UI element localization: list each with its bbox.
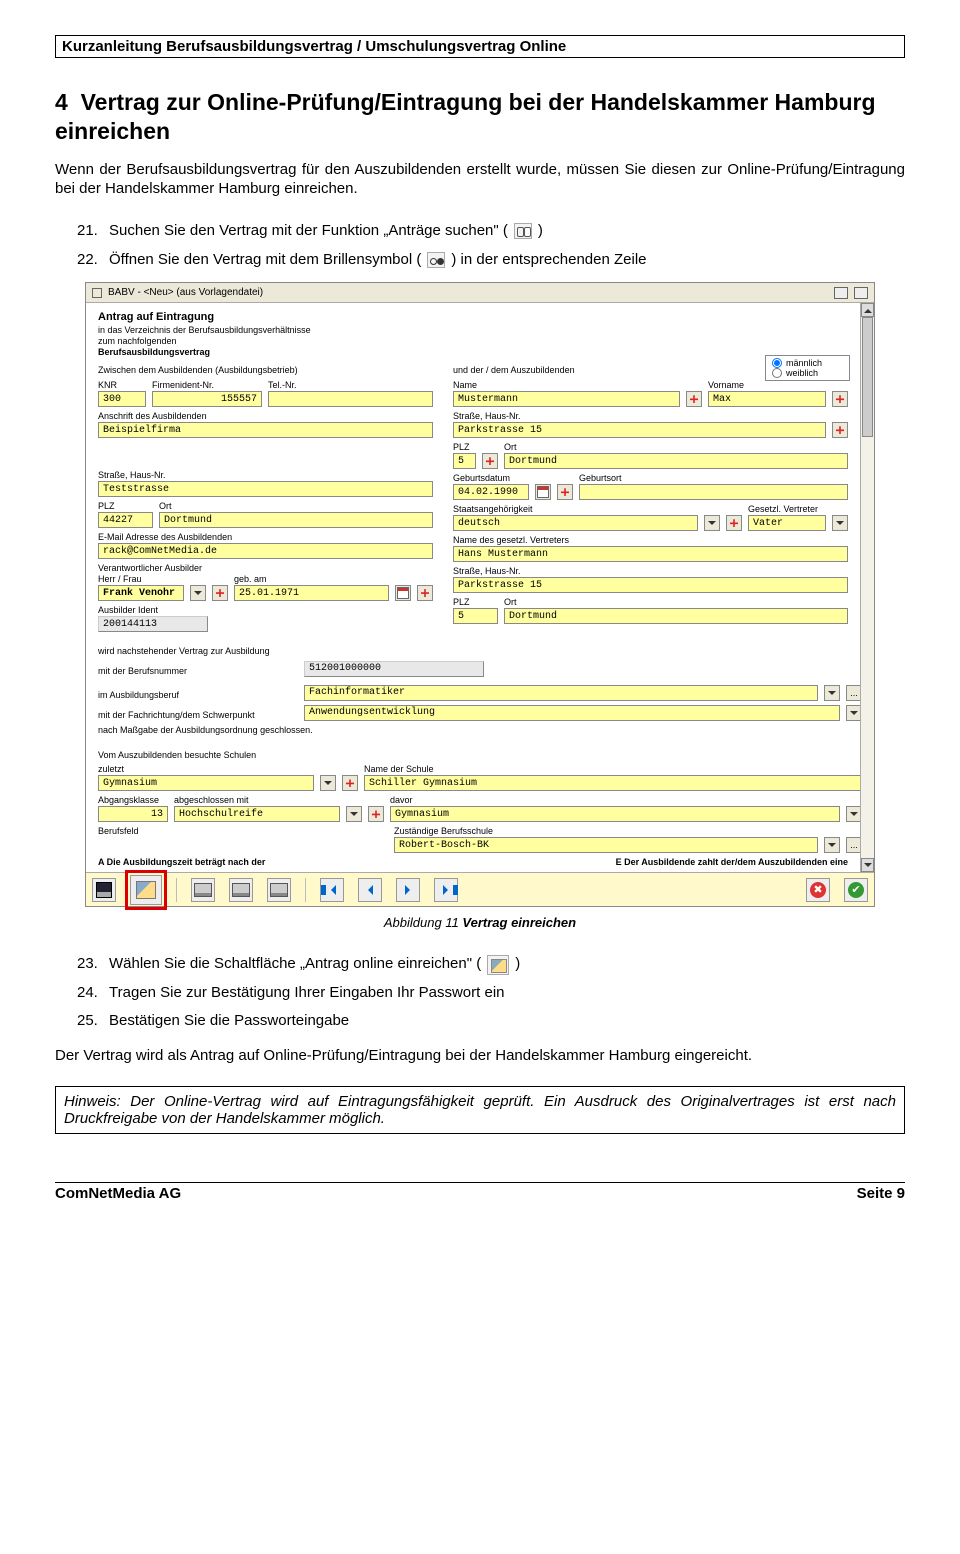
- calendar-icon[interactable]: [395, 585, 411, 601]
- class-field[interactable]: 13: [98, 806, 168, 822]
- ausbid-field: 200144113: [98, 616, 208, 632]
- scroll-down-icon[interactable]: [861, 858, 874, 872]
- tel-field[interactable]: [268, 391, 433, 407]
- guardian-type-field[interactable]: Vater: [748, 515, 826, 531]
- footer-left: ComNetMedia AG: [55, 1185, 181, 1202]
- scroll-thumb[interactable]: [862, 317, 873, 437]
- trainee-street-field[interactable]: Parkstrasse 15: [453, 422, 826, 438]
- scroll-up-icon[interactable]: [861, 303, 874, 317]
- window-titlebar: BABV - <Neu> (aus Vorlagendatei): [86, 283, 874, 303]
- school-before-field[interactable]: Gymnasium: [390, 806, 840, 822]
- save-button[interactable]: [92, 878, 116, 902]
- glasses-icon: [427, 252, 445, 268]
- beruf-field[interactable]: Fachinformatiker: [304, 685, 818, 701]
- trainee-ort-field[interactable]: Dortmund: [504, 453, 848, 469]
- add-icon[interactable]: [832, 422, 848, 438]
- company-field[interactable]: Beispielfirma: [98, 422, 433, 438]
- dropdown-icon[interactable]: [320, 775, 336, 791]
- trainee-plz-field[interactable]: 5: [453, 453, 476, 469]
- intro-paragraph: Wenn der Berufsausbildungsvertrag für de…: [55, 160, 905, 200]
- firmid-field[interactable]: 155557: [152, 391, 262, 407]
- add-icon[interactable]: [368, 806, 384, 822]
- outro-paragraph: Der Vertrag wird als Antrag auf Online-P…: [55, 1046, 905, 1066]
- trainee-name-field[interactable]: Mustermann: [453, 391, 680, 407]
- print-button[interactable]: [191, 878, 215, 902]
- binoculars-icon: [514, 223, 532, 239]
- steps-after-figure: 23. Wählen Sie die Schaltfläche „Antrag …: [77, 950, 905, 1036]
- steps-before-figure: 21. Suchen Sie den Vertrag mit der Funkt…: [77, 217, 905, 274]
- nav-first-button[interactable]: [320, 878, 344, 902]
- radio-male[interactable]: [772, 358, 782, 368]
- dropdown-icon[interactable]: [346, 806, 362, 822]
- geburtsort-field[interactable]: [579, 484, 848, 500]
- schwerpunkt-field[interactable]: Anwendungsentwicklung: [304, 705, 840, 721]
- add-icon[interactable]: [557, 484, 573, 500]
- window-sys-icon: [92, 288, 102, 298]
- nav-next-button[interactable]: [396, 878, 420, 902]
- plz-field[interactable]: 44227: [98, 512, 153, 528]
- dropdown-icon[interactable]: [704, 515, 720, 531]
- add-icon[interactable]: [686, 391, 702, 407]
- school-name-field[interactable]: Schiller Gymnasium: [364, 775, 862, 791]
- email-field[interactable]: rack@ComNetMedia.de: [98, 543, 433, 559]
- dropdown-icon[interactable]: [824, 685, 840, 701]
- add-icon[interactable]: [726, 515, 742, 531]
- trainer-dob-field[interactable]: 25.01.1971: [234, 585, 389, 601]
- knr-field[interactable]: 300: [98, 391, 146, 407]
- window-title: BABV - <Neu> (aus Vorlagendatei): [108, 287, 263, 298]
- screenshot-figure: BABV - <Neu> (aus Vorlagendatei) Antrag …: [85, 282, 875, 907]
- calendar-icon[interactable]: [535, 484, 551, 500]
- school-last-field[interactable]: Gymnasium: [98, 775, 314, 791]
- vocschool-field[interactable]: Robert-Bosch-BK: [394, 837, 818, 853]
- radio-female[interactable]: [772, 368, 782, 378]
- guardian-street-field[interactable]: Parkstrasse 15: [453, 577, 848, 593]
- submit-online-icon: [487, 955, 509, 975]
- degree-field[interactable]: Hochschulreife: [174, 806, 340, 822]
- guardian-name-field[interactable]: Hans Mustermann: [453, 546, 848, 562]
- trainee-firstname-field[interactable]: Max: [708, 391, 826, 407]
- add-icon[interactable]: [342, 775, 358, 791]
- footer-right: Seite 9: [857, 1185, 905, 1202]
- dropdown-icon[interactable]: [824, 837, 840, 853]
- form-toolbar: [86, 872, 874, 906]
- add-icon[interactable]: [832, 391, 848, 407]
- window-minimize-icon[interactable]: [834, 287, 848, 299]
- dropdown-icon[interactable]: [190, 585, 206, 601]
- street-field[interactable]: Teststrasse: [98, 481, 433, 497]
- gender-selector[interactable]: männlich weiblich: [765, 355, 850, 381]
- nav-last-button[interactable]: [434, 878, 458, 902]
- cancel-button[interactable]: [806, 878, 830, 902]
- nationality-field[interactable]: deutsch: [453, 515, 698, 531]
- trainer-name-field[interactable]: Frank Venohr: [98, 585, 184, 601]
- page-header: Kurzanleitung Berufsausbildungsvertrag /…: [55, 35, 905, 58]
- page-footer: ComNetMedia AG Seite 9: [55, 1182, 905, 1202]
- add-icon[interactable]: [212, 585, 228, 601]
- hint-box: Hinweis: Der Online-Vertrag wird auf Ein…: [55, 1086, 905, 1134]
- print-preview-button[interactable]: [229, 878, 253, 902]
- guardian-ort-field[interactable]: Dortmund: [504, 608, 848, 624]
- nav-prev-button[interactable]: [358, 878, 382, 902]
- form-title: Antrag auf Eintragung: [98, 311, 862, 323]
- ort-field[interactable]: Dortmund: [159, 512, 433, 528]
- trainee-dob-field[interactable]: 04.02.1990: [453, 484, 529, 500]
- submit-online-button[interactable]: [130, 875, 162, 905]
- add-icon[interactable]: [482, 453, 498, 469]
- dropdown-icon[interactable]: [832, 515, 848, 531]
- section-heading: 4 Vertrag zur Online-Prüfung/Eintragung …: [55, 88, 905, 146]
- guardian-plz-field[interactable]: 5: [453, 608, 498, 624]
- ok-button[interactable]: [844, 878, 868, 902]
- berufnr-field: 512001000000: [304, 661, 484, 677]
- print-form-button[interactable]: [267, 878, 291, 902]
- vertical-scrollbar[interactable]: [860, 303, 874, 872]
- figure-caption: Abbildung 11 Vertrag einreichen: [55, 915, 905, 930]
- window-close-icon[interactable]: [854, 287, 868, 299]
- add-icon[interactable]: [417, 585, 433, 601]
